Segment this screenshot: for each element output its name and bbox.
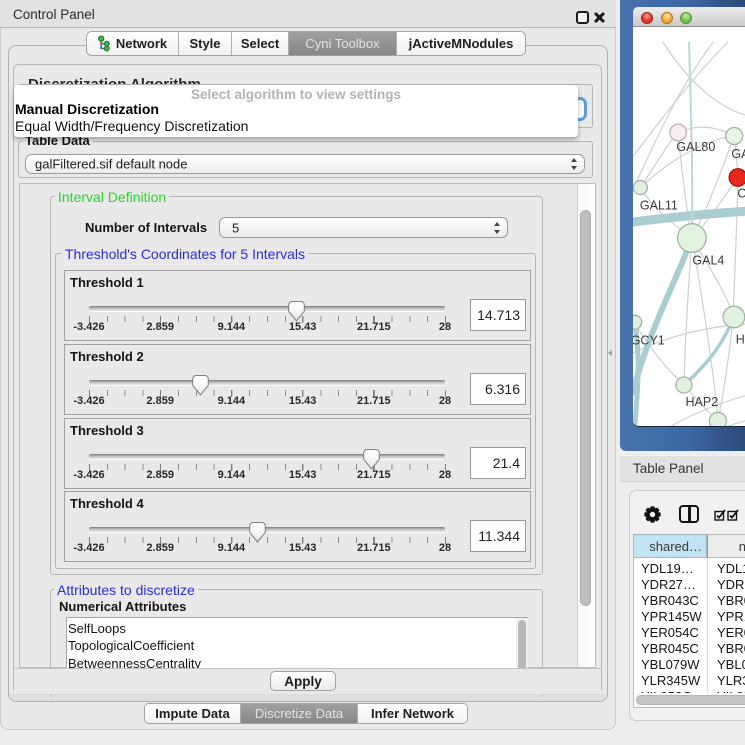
svg-text:GAL4: GAL4 xyxy=(692,254,724,268)
svg-text:H: H xyxy=(736,333,745,347)
svg-text:CR: CR xyxy=(737,187,745,201)
svg-text:GCY1: GCY1 xyxy=(633,334,665,348)
svg-text:GA: GA xyxy=(731,147,745,161)
svg-text:GAL80: GAL80 xyxy=(676,140,715,154)
svg-text:GAL11: GAL11 xyxy=(640,199,678,213)
svg-text:HAP2: HAP2 xyxy=(686,395,719,409)
